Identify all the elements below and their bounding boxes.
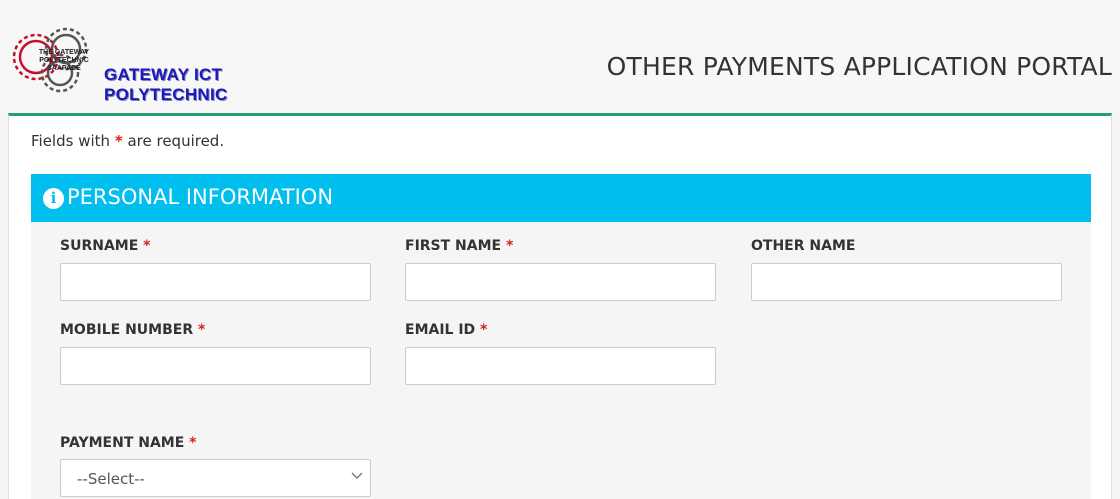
payment-name-select[interactable]: --Select-- (60, 459, 371, 497)
institution-logo[interactable]: THE GATEWAY POLYTECHNIC SAAPADE GATEWAY … (8, 27, 348, 104)
form-card: Fields with * are required. i PERSONAL I… (8, 113, 1112, 499)
surname-input[interactable] (60, 263, 371, 301)
chevron-down-icon (351, 472, 363, 479)
payment-name-selected-value: --Select-- (77, 470, 145, 488)
panel-title: PERSONAL INFORMATION (67, 185, 334, 209)
required-note-suffix: are required. (127, 132, 225, 150)
required-fields-note: Fields with * are required. (31, 132, 224, 150)
panel-header: i PERSONAL INFORMATION (31, 174, 1091, 222)
other-name-label: OTHER NAME (751, 238, 856, 254)
logo-seal-line3: SAAPADE (47, 65, 81, 72)
first-name-input[interactable] (405, 263, 716, 301)
portal-title: OTHER PAYMENTS APPLICATION PORTAL (606, 52, 1112, 81)
email-id-label: EMAIL ID * (405, 322, 488, 338)
page-header: THE GATEWAY POLYTECHNIC SAAPADE GATEWAY … (0, 0, 1120, 113)
personal-information-panel: i PERSONAL INFORMATION SURNAME * FIRST N… (31, 174, 1091, 499)
logo-seal-line1: THE GATEWAY (38, 49, 90, 56)
first-name-label: FIRST NAME * (405, 238, 514, 254)
email-id-input[interactable] (405, 347, 716, 385)
logo-institution-name: GATEWAY ICT POLYTECHNIC (104, 65, 228, 104)
surname-label: SURNAME * (60, 238, 151, 254)
info-icon: i (43, 188, 64, 209)
required-note-prefix: Fields with (31, 132, 111, 150)
logo-seal-line2: POLYTECHNIC (39, 57, 89, 64)
mobile-number-label: MOBILE NUMBER * (60, 322, 206, 338)
required-marker: * (114, 132, 123, 150)
other-name-input[interactable] (751, 263, 1062, 301)
mobile-number-input[interactable] (60, 347, 371, 385)
payment-name-label: PAYMENT NAME * (60, 435, 197, 451)
